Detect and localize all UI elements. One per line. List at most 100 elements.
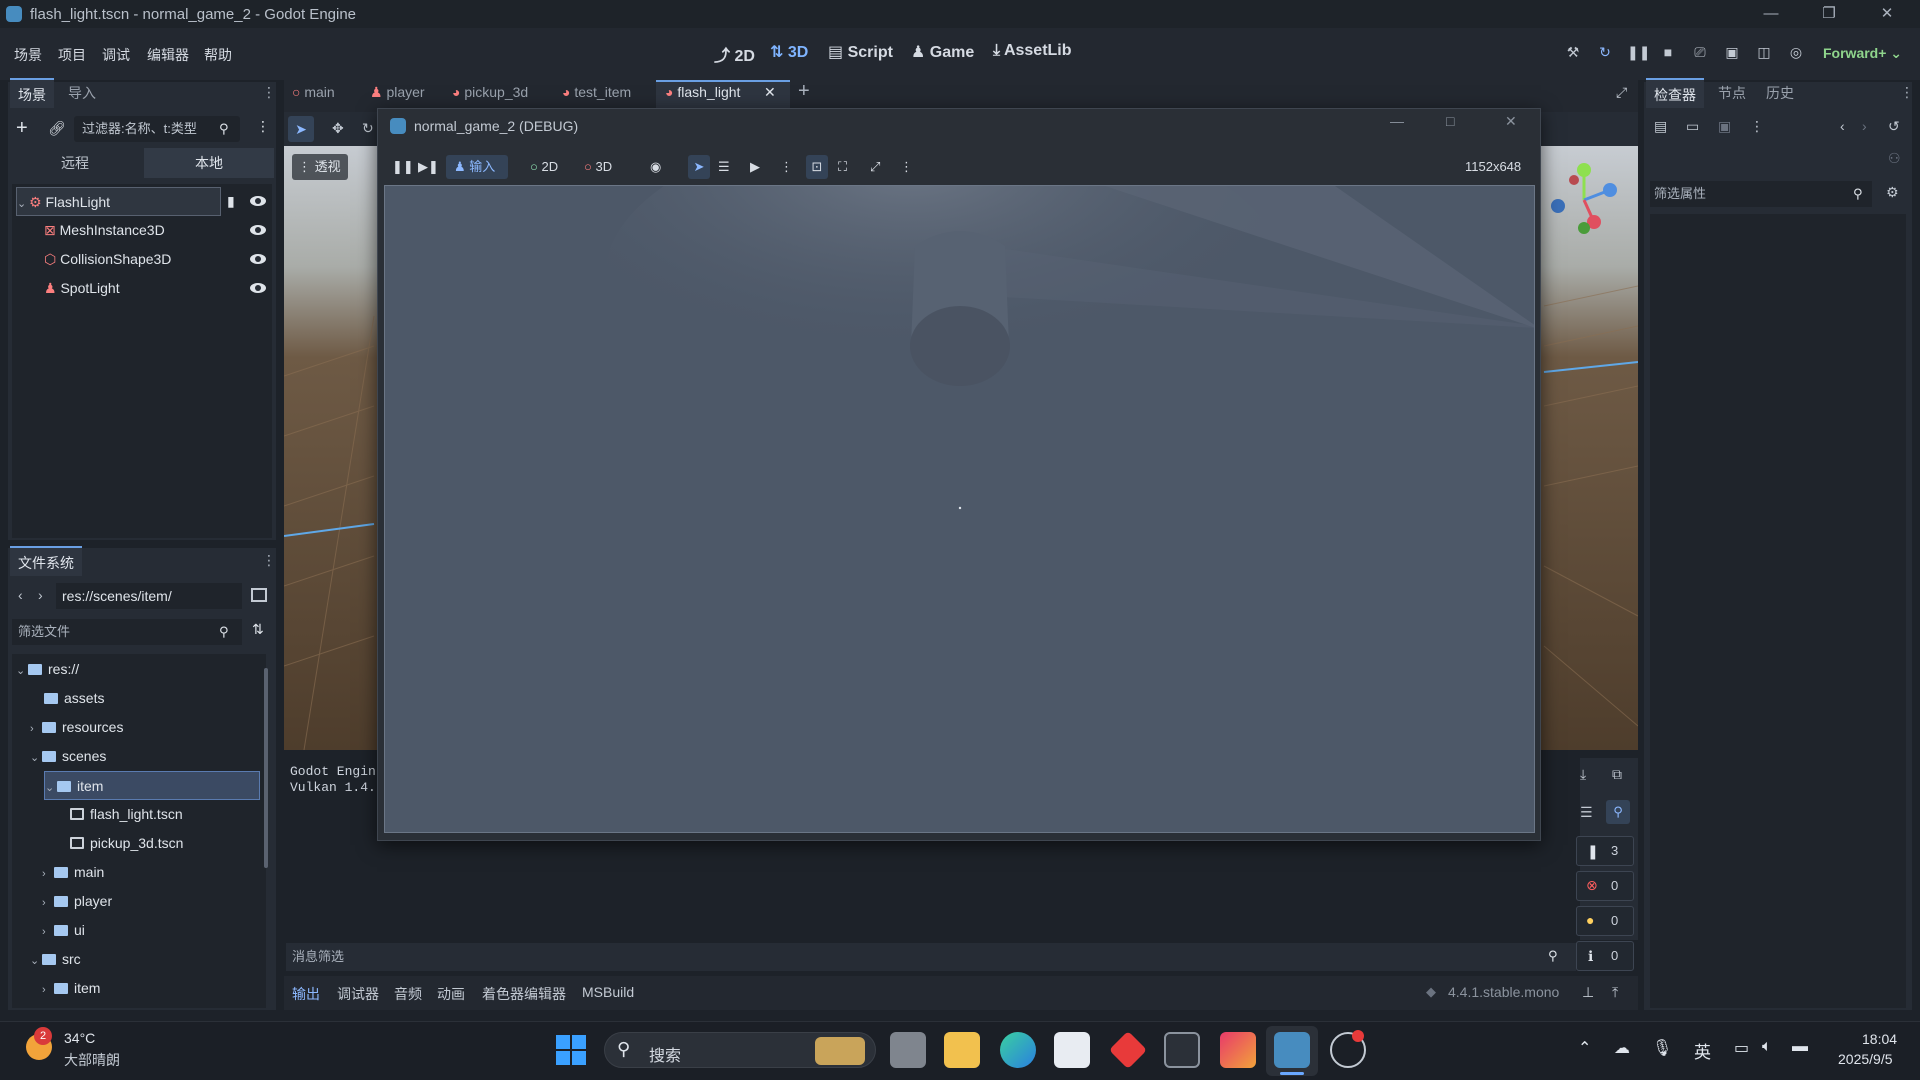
volume-icon[interactable]: 🔈︎ (1762, 1038, 1772, 1056)
file-explorer-icon[interactable] (944, 1032, 980, 1068)
remote-deploy-icon[interactable]: ⎚ (1690, 44, 1710, 64)
menu-editor[interactable]: 编辑器 (147, 45, 189, 65)
menu-scene[interactable]: 场景 (14, 45, 42, 65)
more-icon[interactable]: ⋮ (780, 155, 793, 179)
file-item-ui[interactable]: › ui (42, 916, 85, 945)
split-view-icon[interactable] (251, 588, 267, 602)
add-tab-icon[interactable]: + (798, 80, 810, 103)
next-frame-icon[interactable]: ▶❚ (418, 155, 439, 179)
list-select-icon[interactable]: ☰ (718, 155, 730, 179)
mode-3d-button[interactable]: ○ 3D (584, 155, 612, 179)
bottom-tab-audio[interactable]: 音频 (394, 984, 422, 1004)
dock-menu-icon[interactable]: ⋮ (262, 84, 276, 101)
tree-node-flashlight[interactable]: ⌄ ⚙ FlashLight (16, 187, 221, 216)
warning-counter[interactable]: ● 0 (1576, 906, 1634, 936)
battery-icon[interactable]: ▬ (1792, 1038, 1808, 1056)
file-item-player[interactable]: › player (42, 887, 112, 916)
view-gizmo[interactable] (1544, 160, 1624, 240)
clock-date[interactable]: 2025/9/5 (1838, 1051, 1893, 1067)
script-attach-icon[interactable]: ▮ (227, 193, 235, 210)
collapse-icon[interactable]: ☰ (1580, 804, 1593, 821)
file-item-item-selected[interactable]: ⌄ item (44, 771, 260, 800)
distraction-free-icon[interactable]: ⤢ (1616, 84, 1627, 101)
file-item-flash-light[interactable]: flash_light.tscn (70, 800, 183, 829)
workspace-2d-button[interactable]: ⤴ 2D (714, 42, 755, 66)
error-counter[interactable]: ⊗ 0 (1576, 871, 1634, 901)
network-icon[interactable]: ▭ (1734, 1038, 1749, 1058)
file-item-src[interactable]: ⌄ src (30, 945, 81, 974)
pause-icon[interactable]: ❚❚ (1627, 44, 1650, 64)
more-icon[interactable]: ⋮ (1750, 118, 1764, 135)
local-tab[interactable]: 本地 (144, 148, 274, 178)
save-icon[interactable]: ▣ (1718, 118, 1731, 135)
search-toggle-icon[interactable]: ⚲ (1606, 800, 1630, 824)
play-scene-icon[interactable]: ▣ (1722, 44, 1742, 64)
edge-browser-icon[interactable] (1000, 1032, 1036, 1068)
tray-chevron-icon[interactable]: ⌃ (1578, 1038, 1591, 1058)
link-icon[interactable]: 🔗︎ (48, 120, 66, 137)
windows-start-icon[interactable] (556, 1035, 586, 1065)
pin-icon[interactable]: ⊥ (1582, 984, 1594, 1001)
build-icon[interactable]: ⚒ (1563, 44, 1583, 64)
store-icon[interactable] (1054, 1032, 1090, 1068)
file-item-resources[interactable]: › resources (30, 713, 123, 742)
minimize-icon[interactable]: — (1390, 113, 1404, 129)
copy-icon[interactable]: ⧉ (1612, 766, 1622, 783)
restore-icon[interactable]: ❐ (1806, 0, 1852, 28)
clear-output-icon[interactable]: ⤓ (1580, 766, 1586, 783)
back-icon[interactable]: ‹ (18, 587, 23, 603)
workspace-3d-button[interactable]: ⇅ 3D (770, 42, 808, 62)
scene-tab-main[interactable]: ○ main (292, 84, 335, 100)
fixed-size-icon[interactable]: ⊡ (806, 155, 828, 179)
debug-game-window[interactable]: normal_game_2 (DEBUG) — □ ✕ ❚❚ ▶❚ ♟ 输入 ○… (377, 108, 1541, 841)
scene-menu-icon[interactable]: ⋮ (256, 118, 270, 135)
new-resource-icon[interactable]: ▤ (1654, 118, 1667, 135)
microphone-icon[interactable]: 🎙︎ (1652, 1038, 1672, 1058)
path-input[interactable]: res://scenes/item/ (56, 583, 242, 609)
file-item-scenes[interactable]: ⌄ scenes (30, 742, 106, 771)
workspace-assetlib-button[interactable]: ⤓ AssetLib (993, 42, 1072, 60)
expand-panel-icon[interactable]: ⤒ (1612, 984, 1618, 1001)
workspace-script-button[interactable]: ▤ Script (828, 42, 893, 62)
tab-filesystem[interactable]: 文件系统 (10, 546, 82, 576)
scene-tab-test-item[interactable]: ◕ test_item (562, 84, 631, 100)
tree-node-meshinstance3d[interactable]: ⊠ MeshInstance3D (44, 216, 165, 245)
rider-icon[interactable] (1220, 1032, 1256, 1068)
mode-2d-button[interactable]: ○ 2D (530, 155, 558, 179)
renderer-select[interactable]: Forward+ ⌄ (1823, 45, 1902, 62)
forward-icon[interactable]: › (38, 587, 43, 603)
history-forward-icon[interactable]: › (1862, 118, 1867, 134)
bottom-tab-animation[interactable]: 动画 (437, 984, 465, 1004)
add-node-icon[interactable]: + (16, 117, 28, 140)
file-item-res[interactable]: ⌄ res:// (16, 655, 79, 684)
file-item-assets[interactable]: assets (44, 684, 104, 713)
tree-node-spotlight[interactable]: ♟ SpotLight (44, 274, 120, 303)
clock-time[interactable]: 18:04 (1862, 1031, 1897, 1047)
more-icon[interactable]: ⋮ (900, 155, 913, 179)
menu-project[interactable]: 项目 (58, 45, 86, 65)
weather-temp[interactable]: 34°C (64, 1030, 95, 1046)
taskbar-search[interactable]: ⚲ 搜索 (604, 1032, 876, 1068)
aspect-icon[interactable]: ⛶ (838, 155, 847, 179)
bottom-tab-msbuild[interactable]: MSBuild (582, 984, 634, 1000)
scrollbar[interactable] (264, 668, 268, 868)
movie-maker-icon[interactable]: ◎ (1786, 44, 1806, 64)
sort-icon[interactable]: ⇅ (252, 621, 264, 638)
property-filter-input[interactable]: 筛选属性 (1650, 181, 1872, 207)
onedrive-icon[interactable]: ☁ (1614, 1038, 1630, 1058)
select-tool-icon[interactable]: ➤ (288, 116, 314, 142)
camera-icon[interactable]: ▶ (750, 155, 760, 179)
file-item-main[interactable]: › main (42, 858, 104, 887)
rotate-tool-icon[interactable]: ↻ (362, 120, 374, 137)
dock-menu-icon[interactable]: ⋮ (1900, 84, 1914, 101)
tab-scene[interactable]: 场景 (10, 78, 54, 108)
close-tab-icon[interactable]: ✕ (764, 84, 776, 101)
object-properties-icon[interactable]: ⚇ (1888, 150, 1901, 167)
open-folder-icon[interactable]: ▭ (1686, 118, 1699, 135)
task-view-icon[interactable] (890, 1032, 926, 1068)
tab-import[interactable]: 导入 (60, 78, 104, 108)
visibility-eye-icon[interactable] (250, 225, 266, 235)
tree-node-collisionshape3d[interactable]: ⬡ CollisionShape3D (44, 245, 171, 274)
file-item-pickup-3d[interactable]: pickup_3d.tscn (70, 829, 183, 858)
bottom-tab-debugger[interactable]: 调试器 (337, 984, 379, 1004)
